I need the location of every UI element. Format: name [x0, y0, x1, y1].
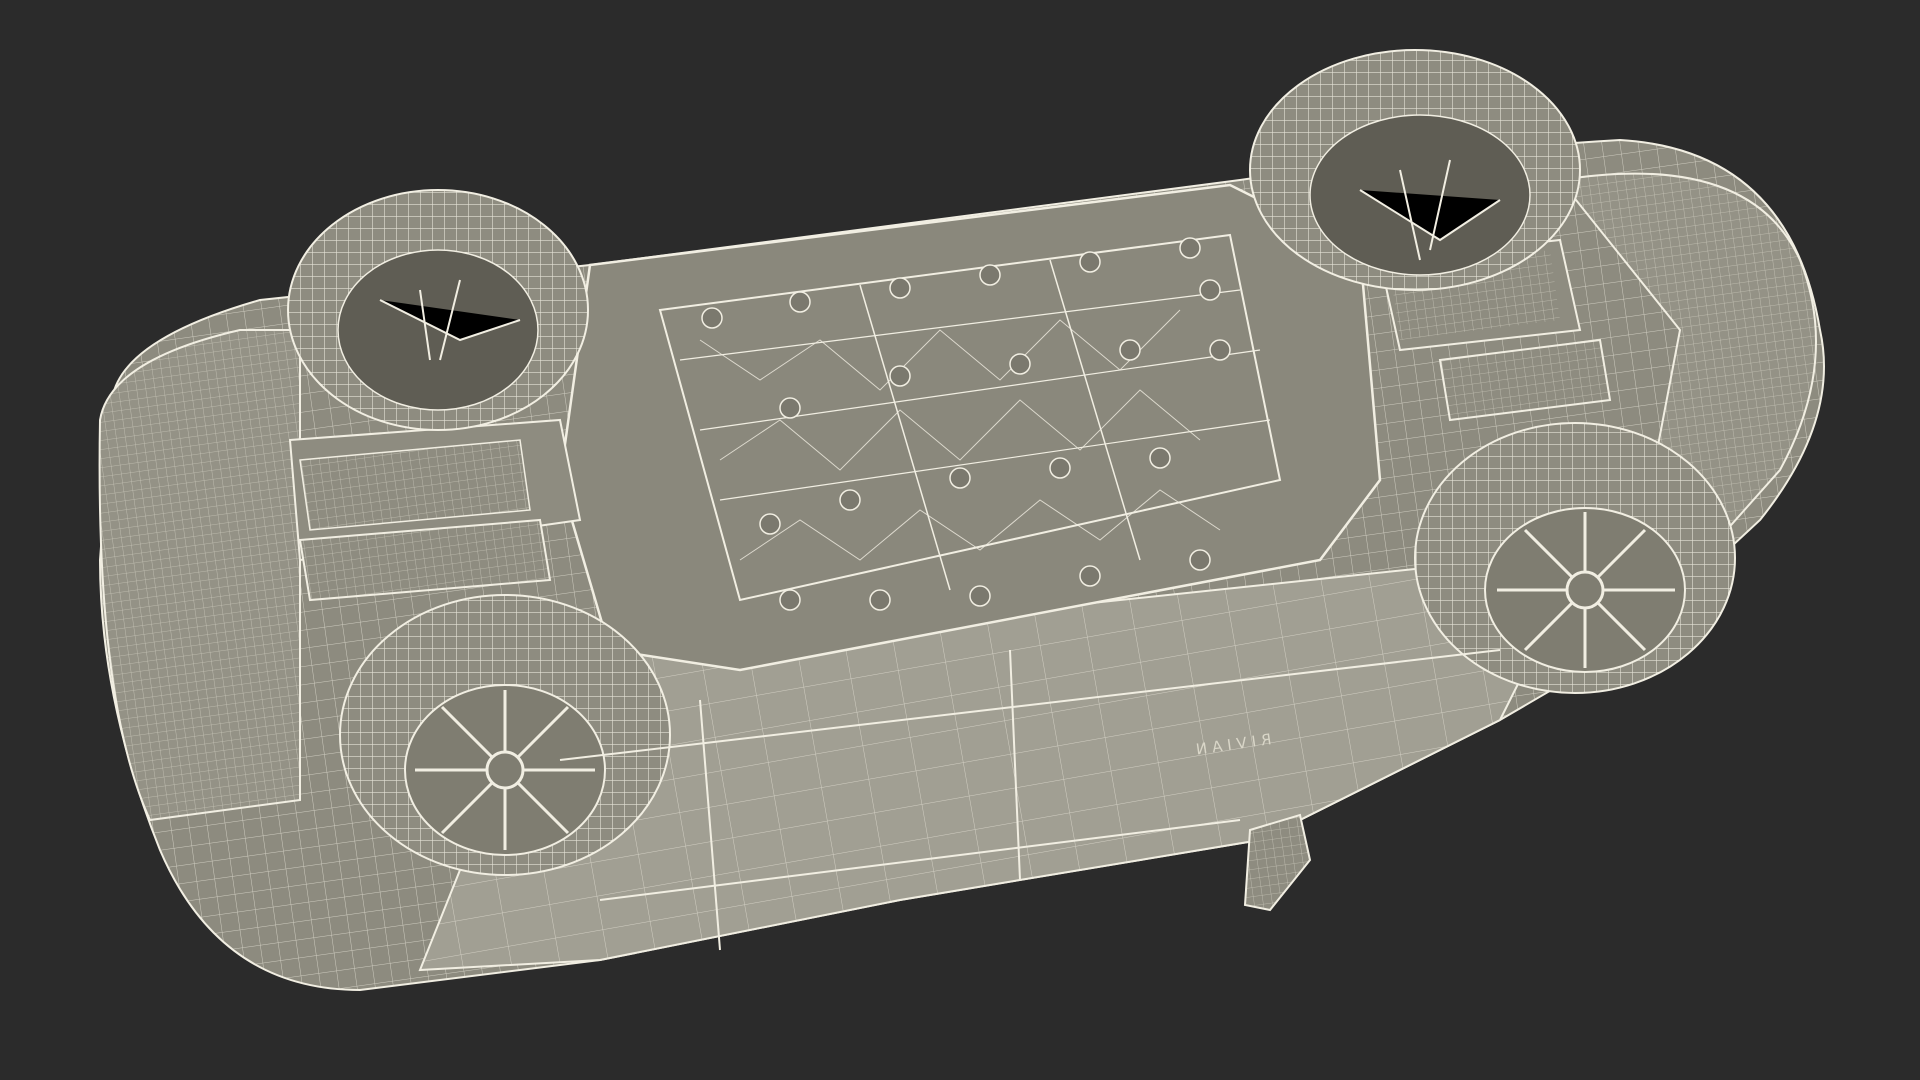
wheel-rear-upper: [1249, 49, 1581, 291]
wheel-front-upper: [287, 189, 589, 431]
wheel-rear-lower: [1414, 422, 1736, 694]
wireframe-render: RIVIAN: [98, 49, 1825, 992]
wheel-front-lower: [339, 594, 671, 876]
viewport-canvas: RIVIAN: [0, 0, 1920, 1080]
side-mirror: [1243, 813, 1312, 912]
front-bumper: [98, 329, 301, 822]
front-subframe: [288, 418, 582, 602]
